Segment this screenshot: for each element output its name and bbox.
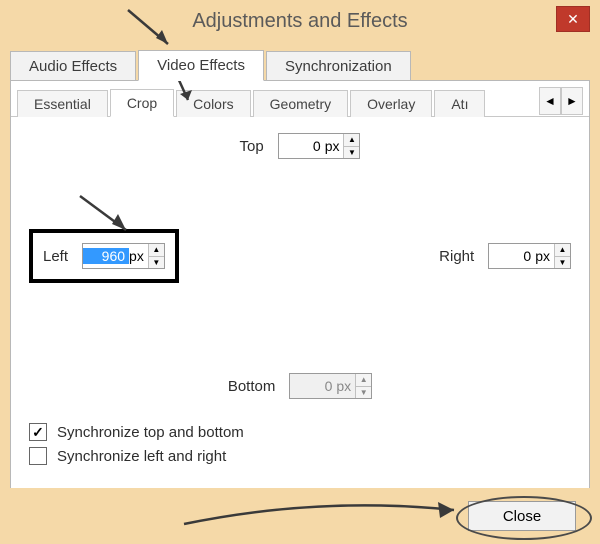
spin-down-button[interactable]: ▼: [344, 147, 359, 159]
subtab-overlay[interactable]: Overlay: [350, 90, 432, 117]
subtab-scroll: ◄ ►: [539, 87, 583, 115]
subtab-label: Geometry: [270, 96, 331, 112]
crop-top-unit: px: [325, 138, 344, 154]
subtab-scroll-left[interactable]: ◄: [539, 87, 561, 115]
subtab-essential[interactable]: Essential: [17, 90, 108, 117]
close-button[interactable]: Close: [468, 501, 576, 531]
chevron-right-icon: ►: [566, 94, 578, 108]
chevron-down-icon: ▼: [559, 258, 567, 267]
subtab-atmo[interactable]: Atı: [434, 90, 485, 117]
crop-right-unit: px: [535, 248, 554, 264]
crop-bottom-label: Bottom: [228, 378, 276, 395]
chevron-down-icon: ▼: [152, 258, 160, 267]
crop-left-unit: px: [129, 248, 148, 264]
sub-tabs: Essential Crop Colors Geometry Overlay A…: [11, 81, 589, 117]
spin-up-button[interactable]: ▲: [555, 244, 570, 257]
close-button-label: Close: [503, 508, 541, 525]
sync-top-bottom-checkbox[interactable]: [29, 423, 47, 441]
crop-bottom-row: Bottom 0 px ▲ ▼: [23, 373, 577, 399]
spin-buttons: ▲ ▼: [355, 374, 371, 398]
subtab-crop[interactable]: Crop: [110, 89, 174, 117]
tab-label: Synchronization: [285, 58, 392, 75]
chevron-down-icon: ▼: [360, 388, 368, 397]
spin-down-button: ▼: [356, 387, 371, 399]
close-icon: ✕: [567, 11, 579, 28]
crop-top-value[interactable]: 0: [279, 138, 325, 154]
window-close-button[interactable]: ✕: [556, 6, 590, 32]
subtab-label: Crop: [127, 95, 157, 111]
window-title: Adjustments and Effects: [192, 10, 407, 33]
spin-up-button: ▲: [356, 374, 371, 387]
chevron-up-icon: ▲: [152, 245, 160, 254]
spin-down-button[interactable]: ▼: [555, 257, 570, 269]
video-effects-panel: Essential Crop Colors Geometry Overlay A…: [10, 80, 590, 518]
subtab-colors[interactable]: Colors: [176, 90, 250, 117]
subtab-geometry[interactable]: Geometry: [253, 90, 348, 117]
chevron-up-icon: ▲: [559, 245, 567, 254]
chevron-up-icon: ▲: [348, 135, 356, 144]
crop-top-row: Top 0 px ▲ ▼: [23, 133, 577, 159]
crop-bottom-value: 0: [290, 378, 336, 394]
spin-down-button[interactable]: ▼: [149, 257, 164, 269]
title-bar: Adjustments and Effects ✕: [0, 0, 600, 42]
crop-bottom-spinner: 0 px ▲ ▼: [289, 373, 372, 399]
crop-top-label: Top: [240, 138, 264, 155]
crop-left-label: Left: [43, 248, 68, 265]
tab-label: Audio Effects: [29, 58, 117, 75]
subtab-scroll-right[interactable]: ►: [561, 87, 583, 115]
crop-left-value[interactable]: 960: [83, 248, 129, 264]
spin-buttons: ▲ ▼: [148, 244, 164, 268]
dialog-footer: Close: [0, 488, 600, 544]
crop-right-label: Right: [439, 248, 474, 265]
sync-left-right-row: Synchronize left and right: [29, 447, 577, 465]
tab-label: Video Effects: [157, 57, 245, 74]
spin-up-button[interactable]: ▲: [149, 244, 164, 257]
crop-top-spinner[interactable]: 0 px ▲ ▼: [278, 133, 361, 159]
chevron-up-icon: ▲: [360, 375, 368, 384]
crop-right-value[interactable]: 0: [489, 248, 535, 264]
spin-buttons: ▲ ▼: [554, 244, 570, 268]
subtab-label: Colors: [193, 96, 233, 112]
crop-right-group: Right 0 px ▲ ▼: [439, 243, 571, 269]
tab-audio-effects[interactable]: Audio Effects: [10, 51, 136, 81]
subtab-label: Atı: [451, 96, 468, 112]
subtab-label: Overlay: [367, 96, 415, 112]
primary-tabs: Audio Effects Video Effects Synchronizat…: [10, 46, 590, 80]
sync-left-right-label: Synchronize left and right: [57, 448, 226, 465]
crop-left-emphasis-box: Left 960 px ▲ ▼: [29, 229, 179, 283]
chevron-left-icon: ◄: [544, 94, 556, 108]
sync-left-right-checkbox[interactable]: [29, 447, 47, 465]
subtab-label: Essential: [34, 96, 91, 112]
spin-up-button[interactable]: ▲: [344, 134, 359, 147]
crop-bottom-unit: px: [336, 378, 355, 394]
crop-left-right-row: Left 960 px ▲ ▼ Right 0 px ▲ ▼: [23, 229, 577, 283]
tab-video-effects[interactable]: Video Effects: [138, 50, 264, 81]
sync-top-bottom-row: Synchronize top and bottom: [29, 423, 577, 441]
chevron-down-icon: ▼: [348, 148, 356, 157]
crop-right-spinner[interactable]: 0 px ▲ ▼: [488, 243, 571, 269]
crop-left-spinner[interactable]: 960 px ▲ ▼: [82, 243, 165, 269]
spin-buttons: ▲ ▼: [343, 134, 359, 158]
tab-synchronization[interactable]: Synchronization: [266, 51, 411, 81]
crop-pane: Top 0 px ▲ ▼ Left 960 px ▲ ▼: [11, 117, 589, 517]
sync-top-bottom-label: Synchronize top and bottom: [57, 424, 244, 441]
